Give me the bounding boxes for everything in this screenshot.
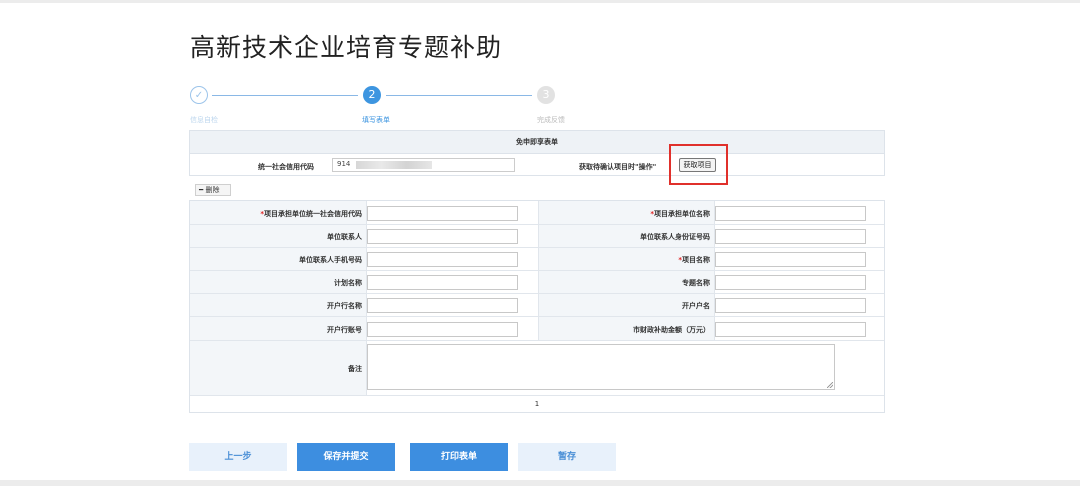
right-label-column	[538, 201, 714, 341]
unit-credit-code-input[interactable]	[367, 206, 518, 221]
project-form-grid: *项目承担单位统一社会信用代码 *项目承担单位名称 单位联系人 单位联系人身份证…	[189, 200, 885, 413]
right-field-label: 市财政补助金额（万元）	[633, 326, 710, 334]
step-1-check-icon: ✓	[190, 86, 208, 104]
subsidy-amount-input[interactable]	[715, 322, 866, 337]
plan-name-input[interactable]	[367, 275, 518, 290]
bank-account-input[interactable]	[367, 322, 518, 337]
row-divider	[190, 270, 884, 271]
delete-button[interactable]: ━ 删除	[195, 184, 231, 196]
contact-id-number-input[interactable]	[715, 229, 866, 244]
topic-name-input[interactable]	[715, 275, 866, 290]
column-divider	[714, 201, 715, 340]
redacted-credit-code	[356, 161, 432, 169]
highlight-box	[669, 144, 728, 185]
right-field-label: 专题名称	[682, 279, 710, 287]
column-divider	[538, 201, 539, 340]
bottom-divider	[0, 480, 1080, 486]
left-label-column	[190, 201, 366, 396]
step-connector	[386, 95, 532, 96]
field-label-text: 项目名称	[682, 256, 710, 264]
right-field-label: 开户户名	[682, 302, 710, 310]
top-divider	[0, 0, 1080, 3]
left-field-label: *项目承担单位统一社会信用代码	[260, 209, 362, 219]
project-name-input[interactable]	[715, 252, 866, 267]
print-form-button[interactable]: 打印表单	[410, 443, 508, 471]
field-label-text: 项目承担单位统一社会信用代码	[264, 210, 362, 218]
credit-code-label: 统一社会信用代码	[258, 163, 314, 171]
left-field-label: 单位联系人手机号码	[299, 256, 362, 264]
save-and-submit-button[interactable]: 保存并提交	[297, 443, 395, 471]
form-header: 免申即享表单	[190, 131, 884, 154]
row-divider	[190, 293, 884, 294]
page-title: 高新技术企业培育专题补助	[190, 33, 503, 62]
page-number[interactable]: 1	[190, 400, 884, 408]
save-draft-button[interactable]: 暂存	[518, 443, 616, 471]
left-field-label: 计划名称	[334, 279, 362, 287]
right-field-label: *项目名称	[678, 255, 710, 265]
right-field-label: 单位联系人身份证号码	[640, 233, 710, 241]
step-3-label: 完成反馈	[537, 116, 565, 124]
step-connector	[212, 95, 358, 96]
previous-step-button[interactable]: 上一步	[189, 443, 287, 471]
left-field-label: 单位联系人	[327, 233, 362, 241]
contact-person-input[interactable]	[367, 229, 518, 244]
remark-textarea[interactable]	[367, 344, 835, 390]
row-divider	[190, 247, 884, 248]
step-2-circle: 2	[363, 86, 381, 104]
row-divider	[190, 340, 884, 341]
row-divider	[190, 224, 884, 225]
step-1-label: 信息自检	[190, 116, 218, 124]
unit-name-input[interactable]	[715, 206, 866, 221]
left-field-label: 开户行账号	[327, 326, 362, 334]
field-label-text: 项目承担单位名称	[654, 210, 710, 218]
step-3-circle: 3	[537, 86, 555, 104]
step-2-label: 填写表单	[362, 116, 390, 124]
bank-name-input[interactable]	[367, 298, 518, 313]
fetch-hint-label: 获取待确认项目时"操作"	[579, 163, 657, 171]
row-divider	[190, 316, 884, 317]
left-field-label: 开户行名称	[327, 302, 362, 310]
exemption-form-panel: 免申即享表单 统一社会信用代码 914 获取待确认项目时"操作" 获取项目	[189, 130, 885, 185]
account-holder-input[interactable]	[715, 298, 866, 313]
right-field-label: *项目承担单位名称	[650, 209, 710, 219]
resize-grip-icon[interactable]	[827, 382, 833, 388]
contact-phone-input[interactable]	[367, 252, 518, 267]
row-divider	[190, 395, 884, 396]
remark-label: 备注	[348, 365, 362, 373]
